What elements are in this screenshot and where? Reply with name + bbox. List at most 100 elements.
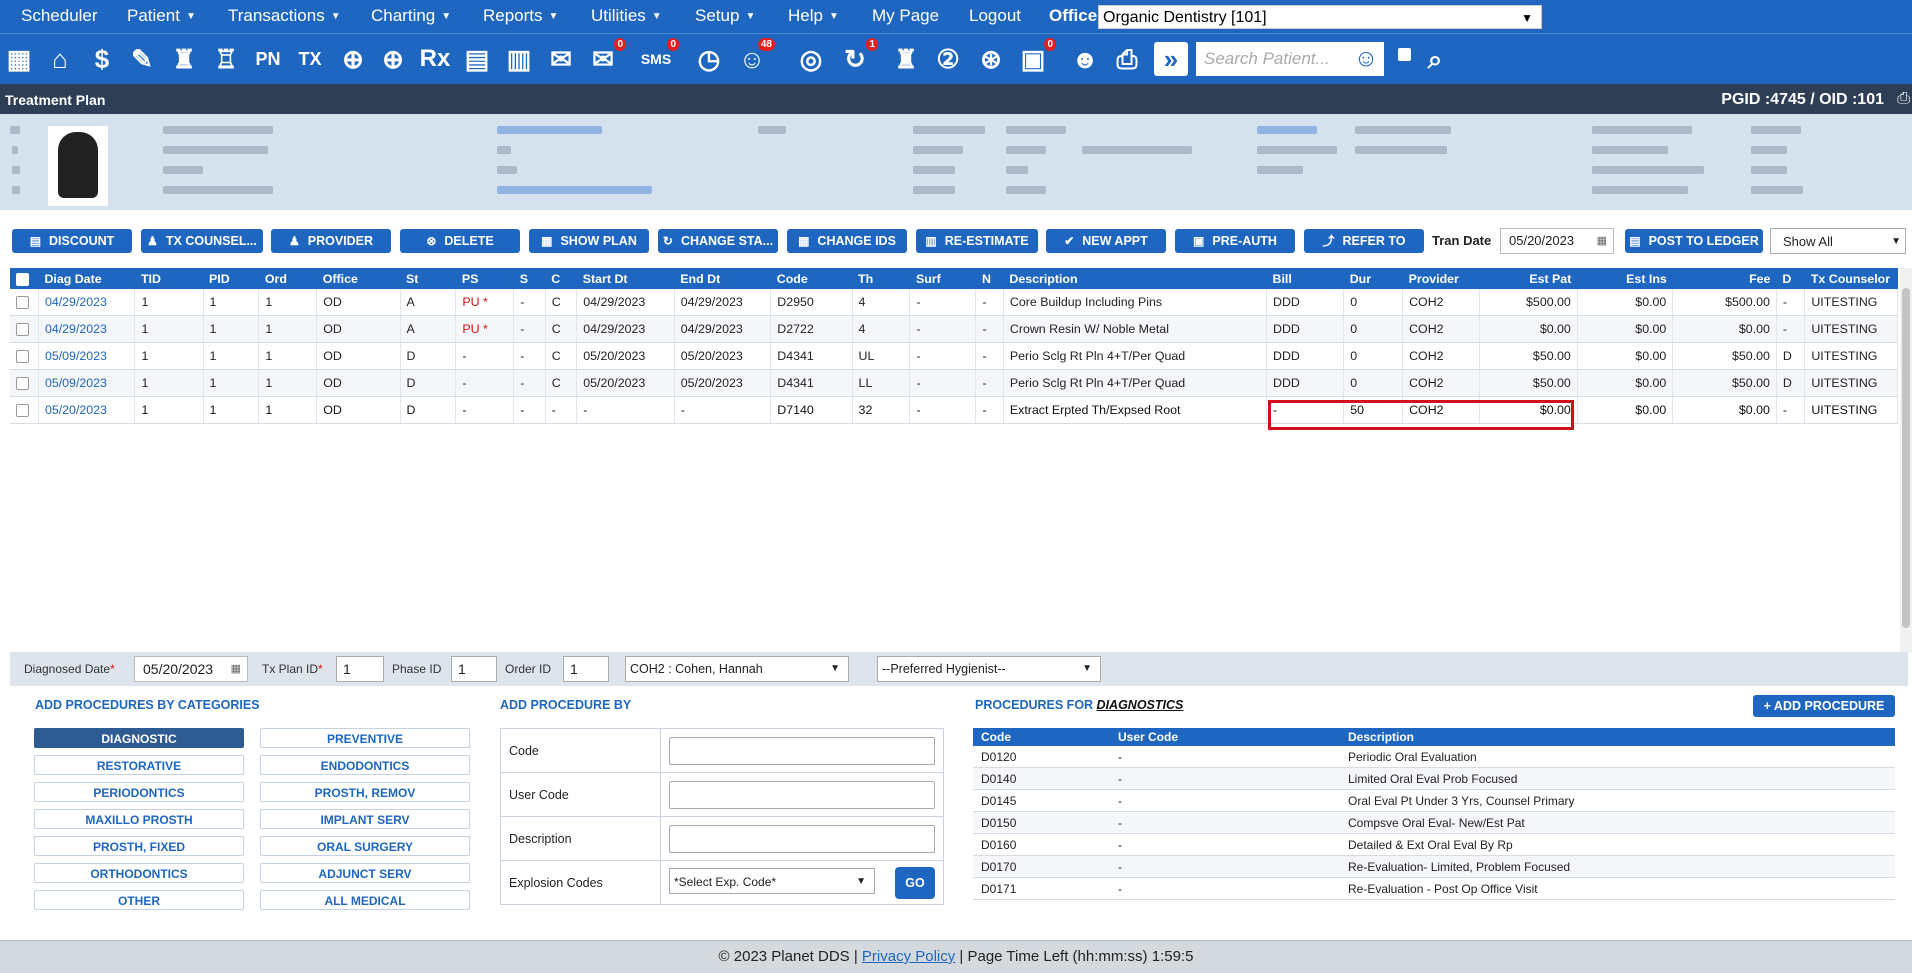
menu-charting[interactable]: Charting ▼ — [371, 6, 451, 26]
menu-scheduler[interactable]: Scheduler — [21, 6, 98, 26]
web-search-icon[interactable]: ⊛ — [974, 42, 1008, 76]
globe-icon[interactable]: ◎ — [794, 42, 828, 76]
family-icon[interactable]: ☻ — [1068, 42, 1102, 76]
column-header[interactable]: End Dt — [674, 268, 771, 289]
scrollbar-thumb[interactable] — [1902, 288, 1910, 628]
category-button[interactable]: ADJUNCT SERV — [260, 863, 470, 883]
category-button[interactable]: ORAL SURGERY — [260, 836, 470, 856]
discount-button[interactable]: ▤ DISCOUNT — [12, 229, 132, 253]
change-status-button[interactable]: ↻ CHANGE STA... — [658, 229, 778, 253]
clock-icon[interactable]: ◷ — [692, 42, 726, 76]
row-select-cell[interactable] — [10, 289, 39, 316]
column-header[interactable]: Th — [852, 268, 910, 289]
row-checkbox[interactable] — [16, 296, 29, 310]
filter-select[interactable]: Show All ▼ — [1770, 228, 1906, 254]
calendar-icon[interactable]: ▦ — [1597, 229, 1607, 253]
home-icon[interactable]: ⌂ — [43, 42, 77, 76]
row-checkbox[interactable] — [16, 377, 29, 391]
column-header[interactable]: Tx Counselor — [1804, 268, 1898, 289]
table-row[interactable]: 04/29/2023 1 1 1 OD A PU * - C 04/29/2023 04/29/20… — [10, 289, 1898, 316]
column-header[interactable]: Description — [1003, 268, 1267, 289]
table-row[interactable]: 05/20/2023 1 1 1 OD D - - - - - D7140 32- - Extract Er… — [10, 396, 1898, 424]
column-header[interactable]: Diag Date — [38, 268, 135, 289]
table-cell[interactable]: 05/09/2023 — [38, 342, 136, 370]
select-all-header[interactable] — [10, 268, 39, 289]
provider-select[interactable]: COH2 : Cohen, Hannah ▼ — [625, 656, 849, 682]
category-button[interactable]: MAXILLO PROSTH — [34, 809, 244, 829]
table-row[interactable]: 04/29/2023 1 1 1 OD A PU * - C 04/29/2023 04/29/20… — [10, 315, 1898, 343]
procedure-row[interactable]: D0171- Re-Evaluation - Post Op Office Vis… — [973, 877, 1895, 900]
column-header[interactable]: St — [400, 268, 456, 289]
add-patient-icon[interactable]: ⊕ — [336, 42, 370, 76]
ledger-dollar-icon[interactable]: $ — [85, 42, 119, 76]
online-appointments-icon[interactable]: ☺ 48 — [735, 38, 775, 76]
menu-setup[interactable]: Setup ▼ — [695, 6, 755, 26]
row-select-cell[interactable] — [10, 342, 39, 370]
office-select[interactable]: Organic Dentistry [101] ▼ — [1098, 5, 1542, 29]
category-button[interactable]: DIAGNOSTIC — [34, 728, 244, 748]
double-chevron-down-icon[interactable]: » — [1154, 42, 1188, 76]
mail-icon[interactable]: ✉ — [544, 42, 578, 76]
column-header[interactable]: PS — [455, 268, 514, 289]
row-select-cell[interactable] — [10, 396, 39, 424]
column-header[interactable]: Fee — [1672, 268, 1777, 289]
tasks-icon[interactable]: ▣ 0 — [1016, 38, 1056, 76]
procedure-row[interactable]: D0120- Periodic Oral Evaluation — [973, 746, 1895, 768]
column-header[interactable]: Bill — [1266, 268, 1344, 289]
user-search-icon[interactable]: ☺ — [1348, 42, 1384, 76]
category-button[interactable]: ALL MEDICAL — [260, 890, 470, 910]
group-search-icon[interactable]: ⌕ — [1418, 42, 1452, 76]
pre-auth-button[interactable]: ▣ PRE-AUTH — [1175, 229, 1295, 253]
row-select-cell[interactable] — [10, 315, 39, 343]
search-checkbox[interactable] — [1398, 48, 1411, 61]
menu-logout[interactable]: Logout — [969, 6, 1021, 26]
table-row[interactable]: 05/09/2023 1 1 1 OD D - - C 05/20/2023 05/20/2023 D… — [10, 342, 1898, 370]
category-button[interactable]: ORTHODONTICS — [34, 863, 244, 883]
phase-id-input[interactable]: 1 — [451, 656, 497, 682]
calendar-icon[interactable]: ▦ — [2, 42, 36, 76]
code-input[interactable] — [669, 736, 935, 765]
category-button[interactable]: ENDODONTICS — [260, 755, 470, 775]
tooth-number-icon[interactable]: ② — [931, 42, 965, 76]
column-header[interactable]: Surf — [909, 268, 976, 289]
provider-button[interactable]: ♟ PROVIDER — [271, 229, 391, 253]
tooth-chart-icon[interactable]: ♜ — [167, 42, 201, 76]
hygienist-select[interactable]: --Preferred Hygienist-- ▼ — [877, 656, 1101, 682]
column-header[interactable]: Est Ins — [1577, 268, 1673, 289]
re-estimate-button[interactable]: ▥ RE-ESTIMATE — [916, 229, 1038, 253]
print-icon[interactable]: ⎙ — [1110, 42, 1144, 76]
edit-notes-icon[interactable]: ✎ — [125, 42, 159, 76]
menu-help[interactable]: Help ▼ — [788, 6, 839, 26]
privacy-policy-link[interactable]: Privacy Policy — [862, 948, 955, 965]
explosion-code-select[interactable]: *Select Exp. Code* ▼ — [669, 867, 875, 894]
print-icon[interactable]: ⎙ — [1897, 90, 1910, 108]
user-code-input[interactable] — [669, 780, 935, 809]
diagnosed-date-input[interactable]: 05/20/2023 ▦ — [134, 656, 248, 682]
go-button[interactable]: GO — [895, 866, 935, 899]
column-header[interactable]: Start Dt — [576, 268, 675, 289]
column-header[interactable]: Ord — [258, 268, 317, 289]
column-header[interactable]: Est Pat — [1479, 268, 1578, 289]
column-header[interactable]: TID — [134, 268, 203, 289]
menu-reports[interactable]: Reports ▼ — [483, 6, 558, 26]
add-procedure-button[interactable]: + ADD PROCEDURE — [1753, 695, 1895, 717]
procedure-row[interactable]: D0170- Re-Evaluation- Limited, Problem Fo… — [973, 855, 1895, 878]
category-button[interactable]: IMPLANT SERV — [260, 809, 470, 829]
forms-icon[interactable]: ▤ — [460, 42, 494, 76]
table-scrollbar[interactable] — [1900, 268, 1912, 653]
prescription-icon[interactable]: Rx — [418, 42, 452, 76]
column-header[interactable]: C — [545, 268, 577, 289]
table-cell[interactable]: 05/09/2023 — [38, 369, 136, 397]
description-input[interactable] — [669, 824, 935, 853]
category-button[interactable]: RESTORATIVE — [34, 755, 244, 775]
column-header[interactable]: D — [1776, 268, 1805, 289]
table-cell[interactable]: 04/29/2023 — [38, 289, 136, 316]
perio-tooth-icon[interactable]: ♖ — [209, 42, 243, 76]
message-icon[interactable]: ✉ 0 — [586, 38, 626, 76]
calendar-icon[interactable]: ▦ — [231, 657, 241, 681]
select-all-checkbox[interactable] — [16, 272, 29, 286]
category-button[interactable]: PREVENTIVE — [260, 728, 470, 748]
column-header[interactable]: Code — [770, 268, 853, 289]
tx-plan-id-input[interactable]: 1 — [336, 656, 384, 682]
menu-patient[interactable]: Patient ▼ — [127, 6, 196, 26]
